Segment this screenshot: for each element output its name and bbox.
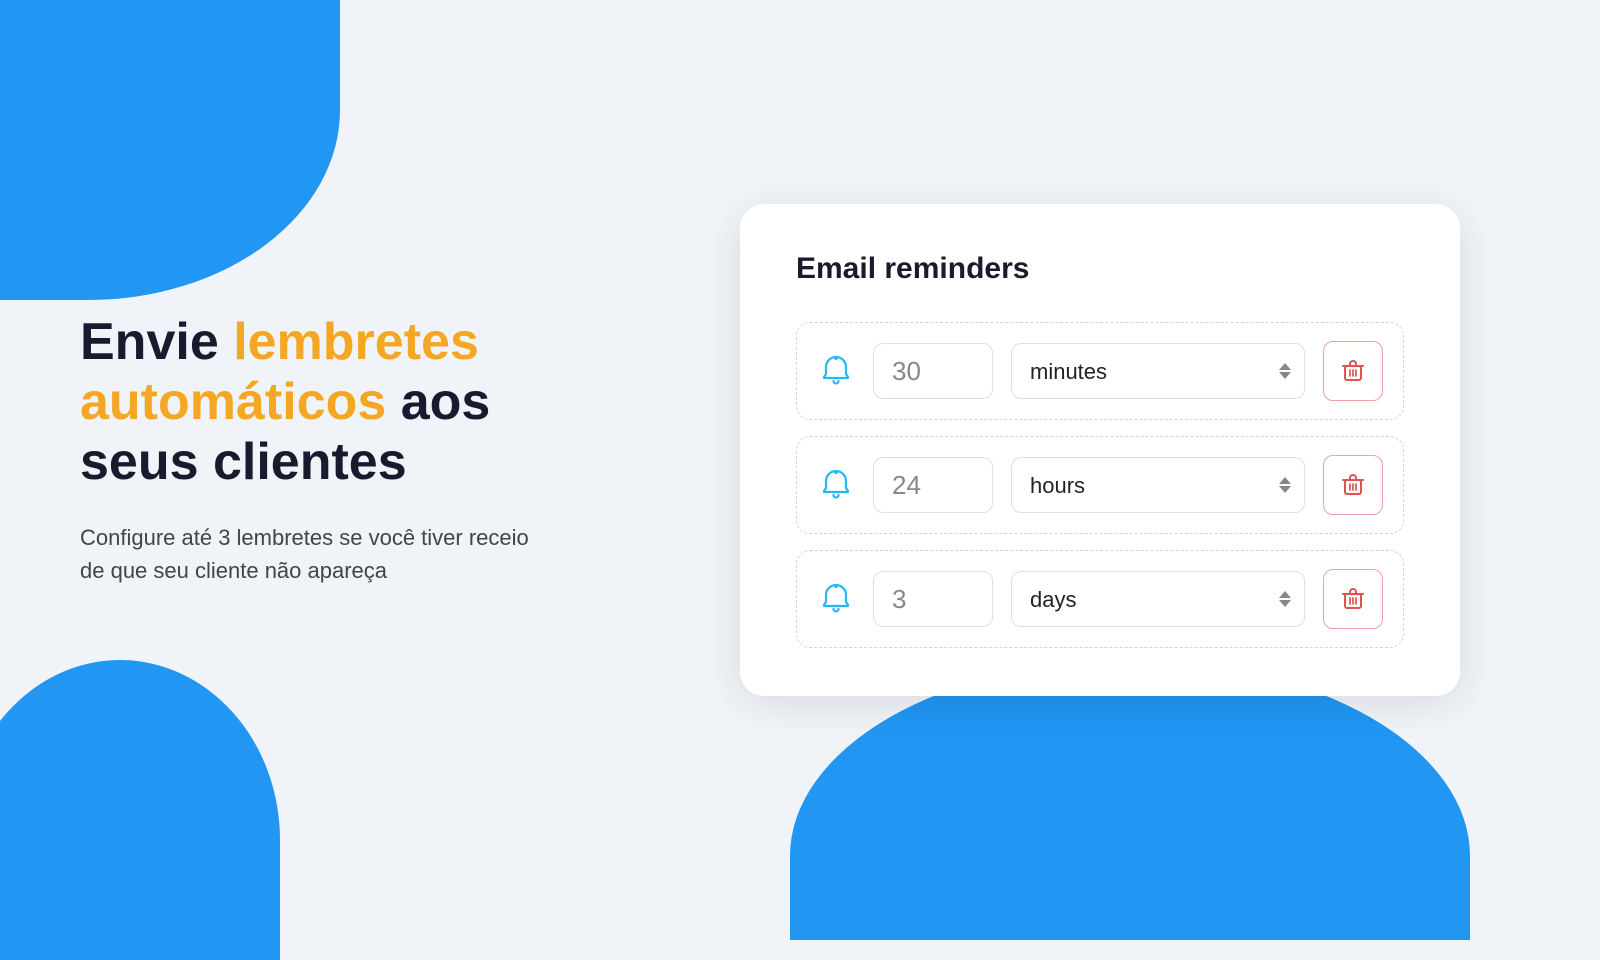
delete-reminder-3-button[interactable] [1323,569,1383,629]
email-reminders-card: Email reminders minutes [740,204,1460,696]
bell-icon-2 [817,466,855,504]
headline-prefix: Envie [80,313,233,371]
delete-reminder-2-button[interactable] [1323,455,1383,515]
reminder-1-value-input[interactable] [873,343,993,399]
subtext: Configure até 3 lembretes se você tiver … [80,521,540,587]
reminder-row-2: minutes hours days [796,436,1404,534]
headline: Envie lembretes automáticos aos seus cli… [80,313,600,492]
reminder-row-1: minutes hours days [796,322,1404,420]
reminder-1-unit-wrapper: minutes hours days [1011,343,1305,399]
bell-icon-3 [817,580,855,618]
reminder-3-unit-wrapper: minutes hours days [1011,571,1305,627]
reminder-2-unit-select[interactable]: minutes hours days [1011,457,1305,513]
trash-icon-3 [1340,586,1366,612]
trash-icon-1 [1340,358,1366,384]
reminder-rows: minutes hours days [796,322,1404,648]
card-title: Email reminders [796,252,1404,286]
trash-icon-2 [1340,472,1366,498]
reminder-row-3: minutes hours days [796,550,1404,648]
right-panel: Email reminders minutes [680,204,1520,696]
reminder-1-unit-select[interactable]: minutes hours days [1011,343,1305,399]
reminder-2-unit-wrapper: minutes hours days [1011,457,1305,513]
bell-icon-1 [817,352,855,390]
reminder-2-value-input[interactable] [873,457,993,513]
left-panel: Envie lembretes automáticos aos seus cli… [80,313,600,586]
delete-reminder-1-button[interactable] [1323,341,1383,401]
reminder-3-value-input[interactable] [873,571,993,627]
page-container: Envie lembretes automáticos aos seus cli… [0,0,1600,900]
reminder-3-unit-select[interactable]: minutes hours days [1011,571,1305,627]
